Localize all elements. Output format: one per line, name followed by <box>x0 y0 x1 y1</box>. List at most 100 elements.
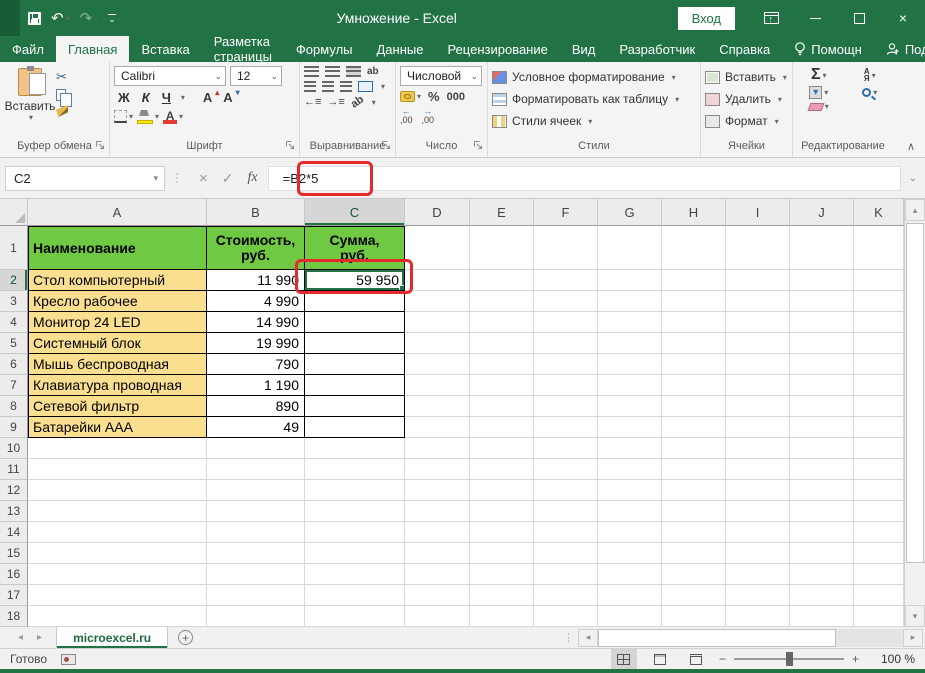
save-icon[interactable] <box>28 12 41 25</box>
wrap-text-icon[interactable]: ab <box>367 67 379 76</box>
number-format-select[interactable]: Числовой⌄ <box>400 66 482 86</box>
shrink-font-button[interactable]: А▾ <box>223 90 239 105</box>
grid-cell-F11[interactable] <box>534 459 598 480</box>
grid-cell-E1[interactable] <box>470 226 534 270</box>
grid-cell-A9[interactable]: Батарейки AAA <box>28 417 207 438</box>
grid-cell-B7[interactable]: 1 190 <box>207 375 305 396</box>
underline-dropdown-icon[interactable]: ▾ <box>181 93 185 102</box>
ribbon-tab-рецензирование[interactable]: Рецензирование <box>435 36 559 62</box>
grid-cell-I9[interactable] <box>726 417 790 438</box>
grid-cell-A16[interactable] <box>28 564 207 585</box>
grid-cell-F4[interactable] <box>534 312 598 333</box>
grid-cell-K1[interactable] <box>854 226 904 270</box>
grid-cell-C10[interactable] <box>305 438 405 459</box>
grid-cell-D18[interactable] <box>405 606 470 627</box>
column-header-C[interactable]: C <box>305 199 405 226</box>
grid-cell-F10[interactable] <box>534 438 598 459</box>
cut-icon[interactable]: ✂ <box>56 69 72 85</box>
grid-cell-G17[interactable] <box>598 585 662 606</box>
grid-cell-E4[interactable] <box>470 312 534 333</box>
align-center-icon[interactable] <box>322 81 334 92</box>
grid-cell-J18[interactable] <box>790 606 854 627</box>
grid-cell-E10[interactable] <box>470 438 534 459</box>
underline-button[interactable]: Ч <box>158 89 175 106</box>
grid-cell-G18[interactable] <box>598 606 662 627</box>
grid-cell-H2[interactable] <box>662 270 726 291</box>
ribbon-tab-вид[interactable]: Вид <box>560 36 608 62</box>
conditional-formatting-button[interactable]: Условное форматирование▾ <box>492 66 696 88</box>
grid-cell-C16[interactable] <box>305 564 405 585</box>
sort-filter-button[interactable]: АЯ▾ <box>851 67 890 83</box>
column-header-I[interactable]: I <box>726 199 790 226</box>
grid-cell-G4[interactable] <box>598 312 662 333</box>
grid-cell-F16[interactable] <box>534 564 598 585</box>
grid-cell-D16[interactable] <box>405 564 470 585</box>
grid-cell-F5[interactable] <box>534 333 598 354</box>
merge-center-icon[interactable] <box>358 81 373 92</box>
grid-cell-I1[interactable] <box>726 226 790 270</box>
autosum-button[interactable]: Σ▾ <box>797 67 841 83</box>
insert-function-icon[interactable]: fx <box>248 170 258 186</box>
grid-cell-E6[interactable] <box>470 354 534 375</box>
grid-cell-G10[interactable] <box>598 438 662 459</box>
paste-dropdown-icon[interactable]: ▾ <box>29 113 33 122</box>
grid-cell-J6[interactable] <box>790 354 854 375</box>
grid-cell-E17[interactable] <box>470 585 534 606</box>
grid-cell-K7[interactable] <box>854 375 904 396</box>
row-header-15[interactable]: 15 <box>0 543 28 564</box>
grid-cell-B13[interactable] <box>207 501 305 522</box>
grid-cell-G9[interactable] <box>598 417 662 438</box>
grid-cell-G13[interactable] <box>598 501 662 522</box>
column-header-G[interactable]: G <box>598 199 662 226</box>
row-header-2[interactable]: 2 <box>0 270 28 291</box>
grid-cell-A13[interactable] <box>28 501 207 522</box>
comma-style-icon[interactable]: 000 <box>447 91 465 103</box>
grid-cell-J14[interactable] <box>790 522 854 543</box>
grid-cell-K15[interactable] <box>854 543 904 564</box>
ribbon-tab-справка[interactable]: Справка <box>707 36 782 62</box>
grid-cell-A17[interactable] <box>28 585 207 606</box>
grid-cell-F1[interactable] <box>534 226 598 270</box>
grid-cell-H17[interactable] <box>662 585 726 606</box>
grid-cell-F14[interactable] <box>534 522 598 543</box>
font-color-button[interactable]: А▾ <box>163 109 183 124</box>
horizontal-scroll-thumb[interactable] <box>598 629 836 647</box>
minimize-icon[interactable] <box>793 0 837 36</box>
grid-cell-F9[interactable] <box>534 417 598 438</box>
grid-cell-H12[interactable] <box>662 480 726 501</box>
grid-cell-C18[interactable] <box>305 606 405 627</box>
grid-cell-C9[interactable] <box>305 417 405 438</box>
grid-cell-D2[interactable] <box>405 270 470 291</box>
view-page-break-icon[interactable] <box>683 649 709 669</box>
grid-cell-F13[interactable] <box>534 501 598 522</box>
grid-cell-J8[interactable] <box>790 396 854 417</box>
grid-cell-G12[interactable] <box>598 480 662 501</box>
column-header-B[interactable]: B <box>207 199 305 226</box>
row-header-3[interactable]: 3 <box>0 291 28 312</box>
scroll-up-icon[interactable]: ▴ <box>905 199 925 221</box>
grid-cell-B10[interactable] <box>207 438 305 459</box>
grid-cell-E3[interactable] <box>470 291 534 312</box>
column-header-H[interactable]: H <box>662 199 726 226</box>
grid-cell-C14[interactable] <box>305 522 405 543</box>
copy-icon[interactable]: ▾ <box>56 89 72 101</box>
grid-cell-C8[interactable] <box>305 396 405 417</box>
grid-cell-E7[interactable] <box>470 375 534 396</box>
ribbon-display-options-icon[interactable] <box>749 0 793 36</box>
accounting-format-icon[interactable]: ▾ <box>400 91 421 102</box>
zoom-slider-thumb[interactable] <box>786 652 793 666</box>
clear-button[interactable]: ▾ <box>797 102 841 111</box>
increase-indent-icon[interactable]: →≡ <box>327 97 344 107</box>
decrease-decimal-icon[interactable]: →,00 <box>422 107 435 125</box>
row-header-14[interactable]: 14 <box>0 522 28 543</box>
grid-cell-G5[interactable] <box>598 333 662 354</box>
align-left-icon[interactable] <box>304 81 316 92</box>
grid-cell-K13[interactable] <box>854 501 904 522</box>
row-header-12[interactable]: 12 <box>0 480 28 501</box>
grid-cell-J3[interactable] <box>790 291 854 312</box>
close-icon[interactable]: × <box>881 0 925 36</box>
grid-cell-D3[interactable] <box>405 291 470 312</box>
grid-cell-J15[interactable] <box>790 543 854 564</box>
grid-cell-J13[interactable] <box>790 501 854 522</box>
grid-cell-E15[interactable] <box>470 543 534 564</box>
